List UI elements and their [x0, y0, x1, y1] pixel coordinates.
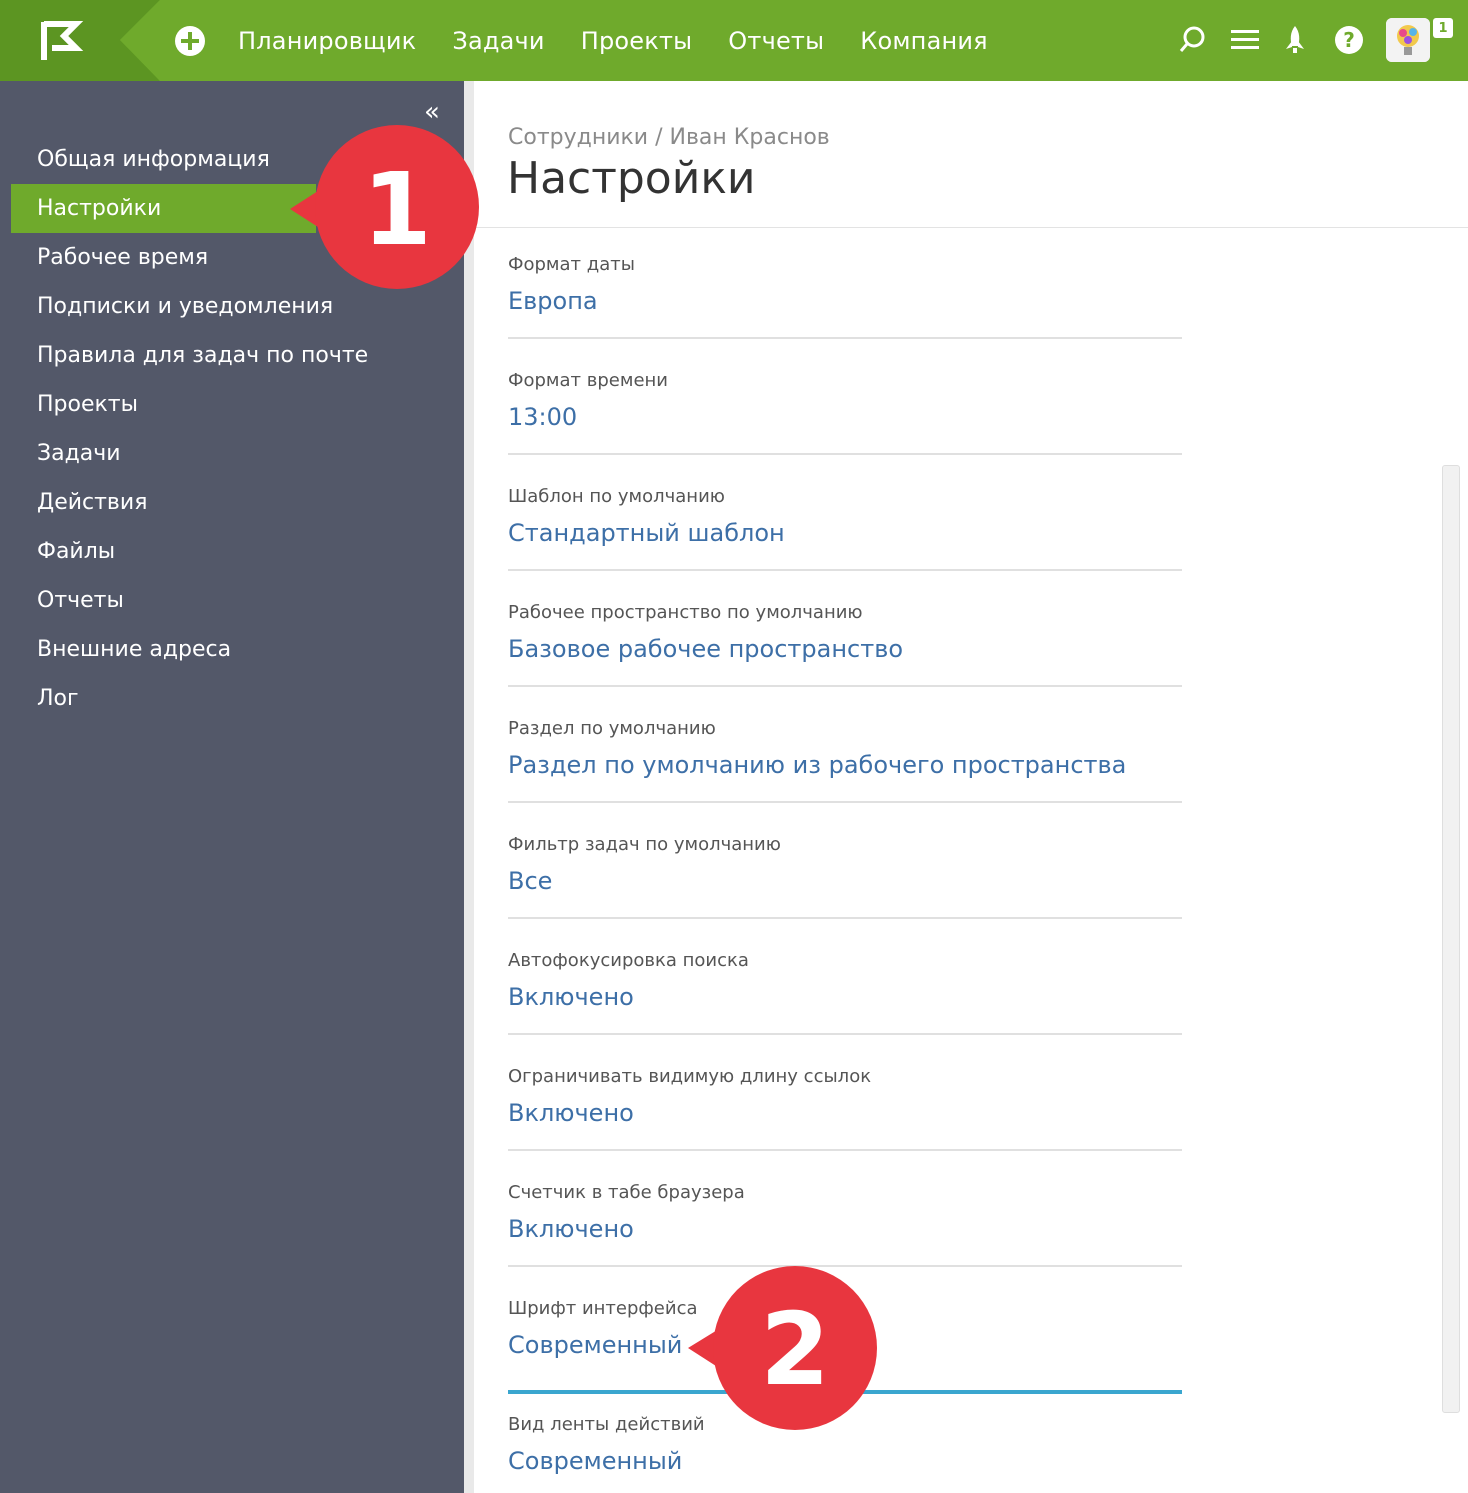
setting-value[interactable]: Включено — [508, 983, 634, 1011]
setting-underline — [508, 453, 1182, 455]
top-navigation-bar: Планировщик Задачи Проекты Отчеты Компан… — [0, 0, 1468, 81]
callout-marker-2: 2 — [688, 1265, 880, 1431]
setting-value[interactable]: Современный — [508, 1447, 682, 1475]
notification-badge[interactable]: 1 — [1433, 18, 1453, 38]
nav-tasks[interactable]: Задачи — [452, 27, 544, 55]
setting-value[interactable]: Раздел по умолчанию из рабочего простран… — [508, 751, 1126, 779]
setting-label: Формат времени — [508, 370, 668, 391]
sidebar-item-projects[interactable]: Проекты — [11, 380, 464, 429]
setting-limit-link-length[interactable]: Ограничивать видимую длину ссылок Включе… — [508, 1063, 1182, 1179]
nav-reports[interactable]: Отчеты — [728, 27, 824, 55]
scrollbar[interactable] — [1442, 465, 1460, 1413]
rocket-icon[interactable] — [1277, 22, 1313, 58]
setting-label: Формат даты — [508, 254, 635, 275]
sidebar-item-actions[interactable]: Действия — [11, 478, 464, 527]
nav-company[interactable]: Компания — [860, 27, 988, 55]
setting-label: Автофокусировка поиска — [508, 950, 749, 971]
setting-value[interactable]: Современный — [508, 1331, 682, 1359]
setting-label: Рабочее пространство по умолчанию — [508, 602, 863, 623]
sidebar-item-mail-rules[interactable]: Правила для задач по почте — [11, 331, 464, 380]
setting-value[interactable]: Включено — [508, 1099, 634, 1127]
setting-underline — [508, 1149, 1182, 1151]
user-avatar[interactable] — [1386, 18, 1430, 62]
setting-underline — [508, 569, 1182, 571]
setting-value[interactable]: Включено — [508, 1215, 634, 1243]
sidebar-item-external-addresses[interactable]: Внешние адреса — [11, 625, 464, 674]
search-icon[interactable] — [1174, 22, 1210, 58]
main-nav: Планировщик Задачи Проекты Отчеты Компан… — [238, 0, 1024, 81]
header-divider — [474, 227, 1468, 228]
nav-planner[interactable]: Планировщик — [238, 27, 416, 55]
setting-value[interactable]: Европа — [508, 287, 598, 315]
setting-underline — [508, 1033, 1182, 1035]
main-content: Сотрудники / Иван Краснов Настройки Форм… — [474, 81, 1468, 1493]
help-icon[interactable]: ? — [1331, 22, 1367, 58]
setting-time-format[interactable]: Формат времени 13:00 — [508, 367, 1182, 483]
nav-projects[interactable]: Проекты — [581, 27, 693, 55]
sidebar-item-settings[interactable]: Настройки — [11, 184, 316, 233]
setting-underline — [508, 917, 1182, 919]
setting-date-format[interactable]: Формат даты Европа — [508, 251, 1182, 367]
setting-underline — [508, 685, 1182, 687]
collapse-sidebar-icon[interactable]: « — [424, 99, 440, 125]
setting-label: Шрифт интерфейса — [508, 1298, 698, 1319]
sidebar-item-log[interactable]: Лог — [11, 674, 464, 723]
svg-text:?: ? — [1343, 28, 1355, 52]
setting-label: Шаблон по умолчанию — [508, 486, 725, 507]
setting-default-task-filter[interactable]: Фильтр задач по умолчанию Все — [508, 831, 1182, 947]
callout-marker-1: 1 — [290, 124, 482, 290]
breadcrumb[interactable]: Сотрудники / Иван Краснов — [508, 125, 830, 150]
panel-divider — [464, 81, 474, 1493]
setting-default-template[interactable]: Шаблон по умолчанию Стандартный шаблон — [508, 483, 1182, 599]
setting-label: Ограничивать видимую длину ссылок — [508, 1066, 872, 1087]
sidebar-item-reports[interactable]: Отчеты — [11, 576, 464, 625]
page-title: Настройки — [507, 153, 756, 204]
setting-search-autofocus[interactable]: Автофокусировка поиска Включено — [508, 947, 1182, 1063]
setting-value[interactable]: Стандартный шаблон — [508, 519, 785, 547]
add-icon[interactable] — [174, 25, 206, 57]
logo[interactable] — [0, 0, 170, 81]
menu-icon[interactable] — [1227, 22, 1263, 58]
sidebar-item-files[interactable]: Файлы — [11, 527, 464, 576]
sidebar-item-tasks[interactable]: Задачи — [11, 429, 464, 478]
setting-default-section[interactable]: Раздел по умолчанию Раздел по умолчанию … — [508, 715, 1182, 831]
callout-number-1: 1 — [362, 151, 432, 268]
setting-label: Раздел по умолчанию — [508, 718, 716, 739]
setting-underline — [508, 801, 1182, 803]
sidebar: « Общая информация Настройки Рабочее вре… — [0, 81, 464, 1493]
setting-value[interactable]: Базовое рабочее пространство — [508, 635, 903, 663]
setting-underline — [508, 337, 1182, 339]
setting-value[interactable]: 13:00 — [508, 403, 577, 431]
flag-logo-icon — [0, 0, 170, 81]
callout-number-2: 2 — [760, 1291, 830, 1408]
setting-default-workspace[interactable]: Рабочее пространство по умолчанию Базово… — [508, 599, 1182, 715]
setting-label: Вид ленты действий — [508, 1414, 705, 1435]
setting-label: Счетчик в табе браузера — [508, 1182, 745, 1203]
setting-value[interactable]: Все — [508, 867, 552, 895]
setting-label: Фильтр задач по умолчанию — [508, 834, 781, 855]
